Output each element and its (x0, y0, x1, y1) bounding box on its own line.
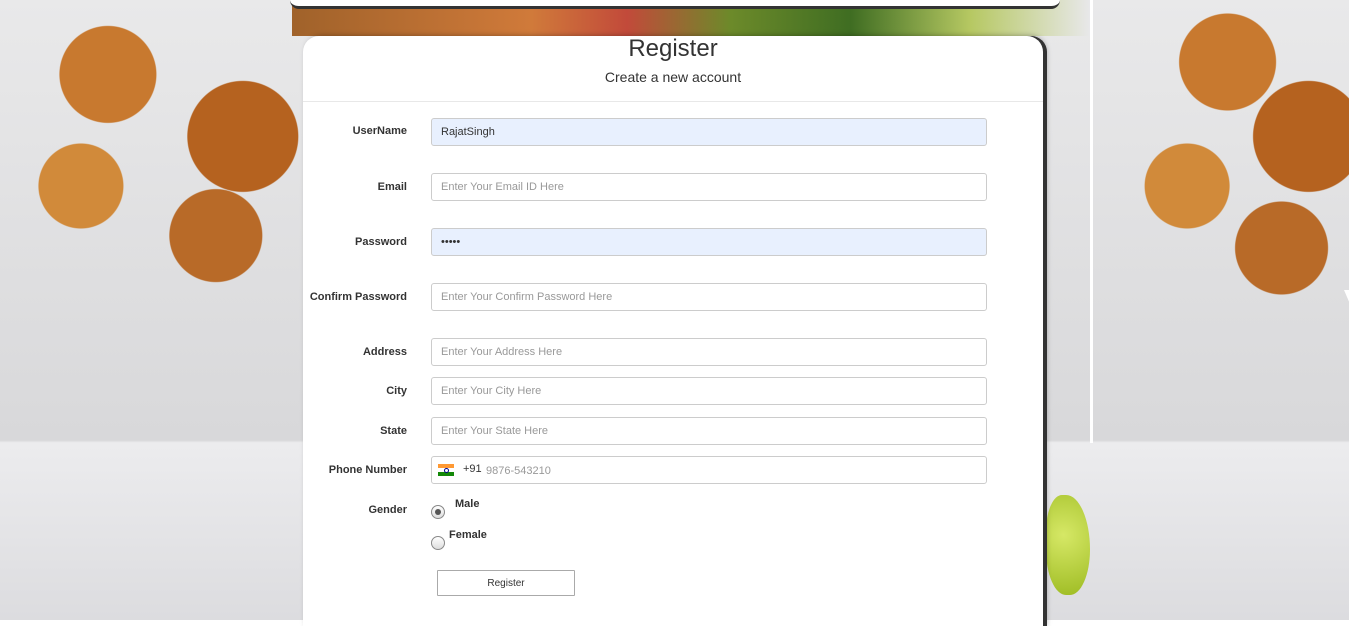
gender-label: Gender (368, 504, 407, 516)
address-label: Address (362, 346, 407, 358)
phone-label: Phone Number (328, 464, 407, 476)
state-label: State (380, 425, 407, 437)
username-label: UserName (352, 125, 407, 137)
password-label: Password (355, 236, 407, 248)
city-label: City (386, 385, 407, 397)
gender-female-label: Female (449, 529, 487, 541)
background-plate-right (1046, 443, 1349, 620)
header-divider (303, 101, 1043, 102)
phone-field: +91 (431, 456, 987, 485)
background-seam (1090, 0, 1093, 443)
phone-input[interactable] (484, 457, 968, 485)
confirm-password-label: Confirm Password (309, 291, 407, 303)
mouse-cursor-icon (1344, 290, 1349, 304)
username-input[interactable] (431, 118, 987, 146)
gender-female-radio[interactable] (431, 536, 445, 550)
page-subtitle: Create a new account (604, 69, 742, 85)
top-navbar-edge (290, 0, 1060, 9)
address-input[interactable] (431, 338, 987, 366)
email-input[interactable] (431, 173, 987, 201)
confirm-password-input[interactable] (431, 283, 987, 311)
email-label: Email (377, 181, 407, 193)
register-button[interactable]: Register (437, 570, 575, 596)
gender-male-label: Male (455, 498, 480, 510)
city-input[interactable] (431, 377, 987, 405)
dial-code: +91 (463, 463, 482, 475)
india-flag-icon[interactable] (438, 464, 454, 476)
background-plate-left (0, 443, 303, 620)
page-title: Register (628, 35, 718, 62)
gender-male-radio[interactable] (431, 505, 445, 519)
register-panel: Register Create a new account UserName E… (303, 36, 1043, 626)
password-input[interactable] (431, 228, 987, 256)
state-input[interactable] (431, 417, 987, 445)
